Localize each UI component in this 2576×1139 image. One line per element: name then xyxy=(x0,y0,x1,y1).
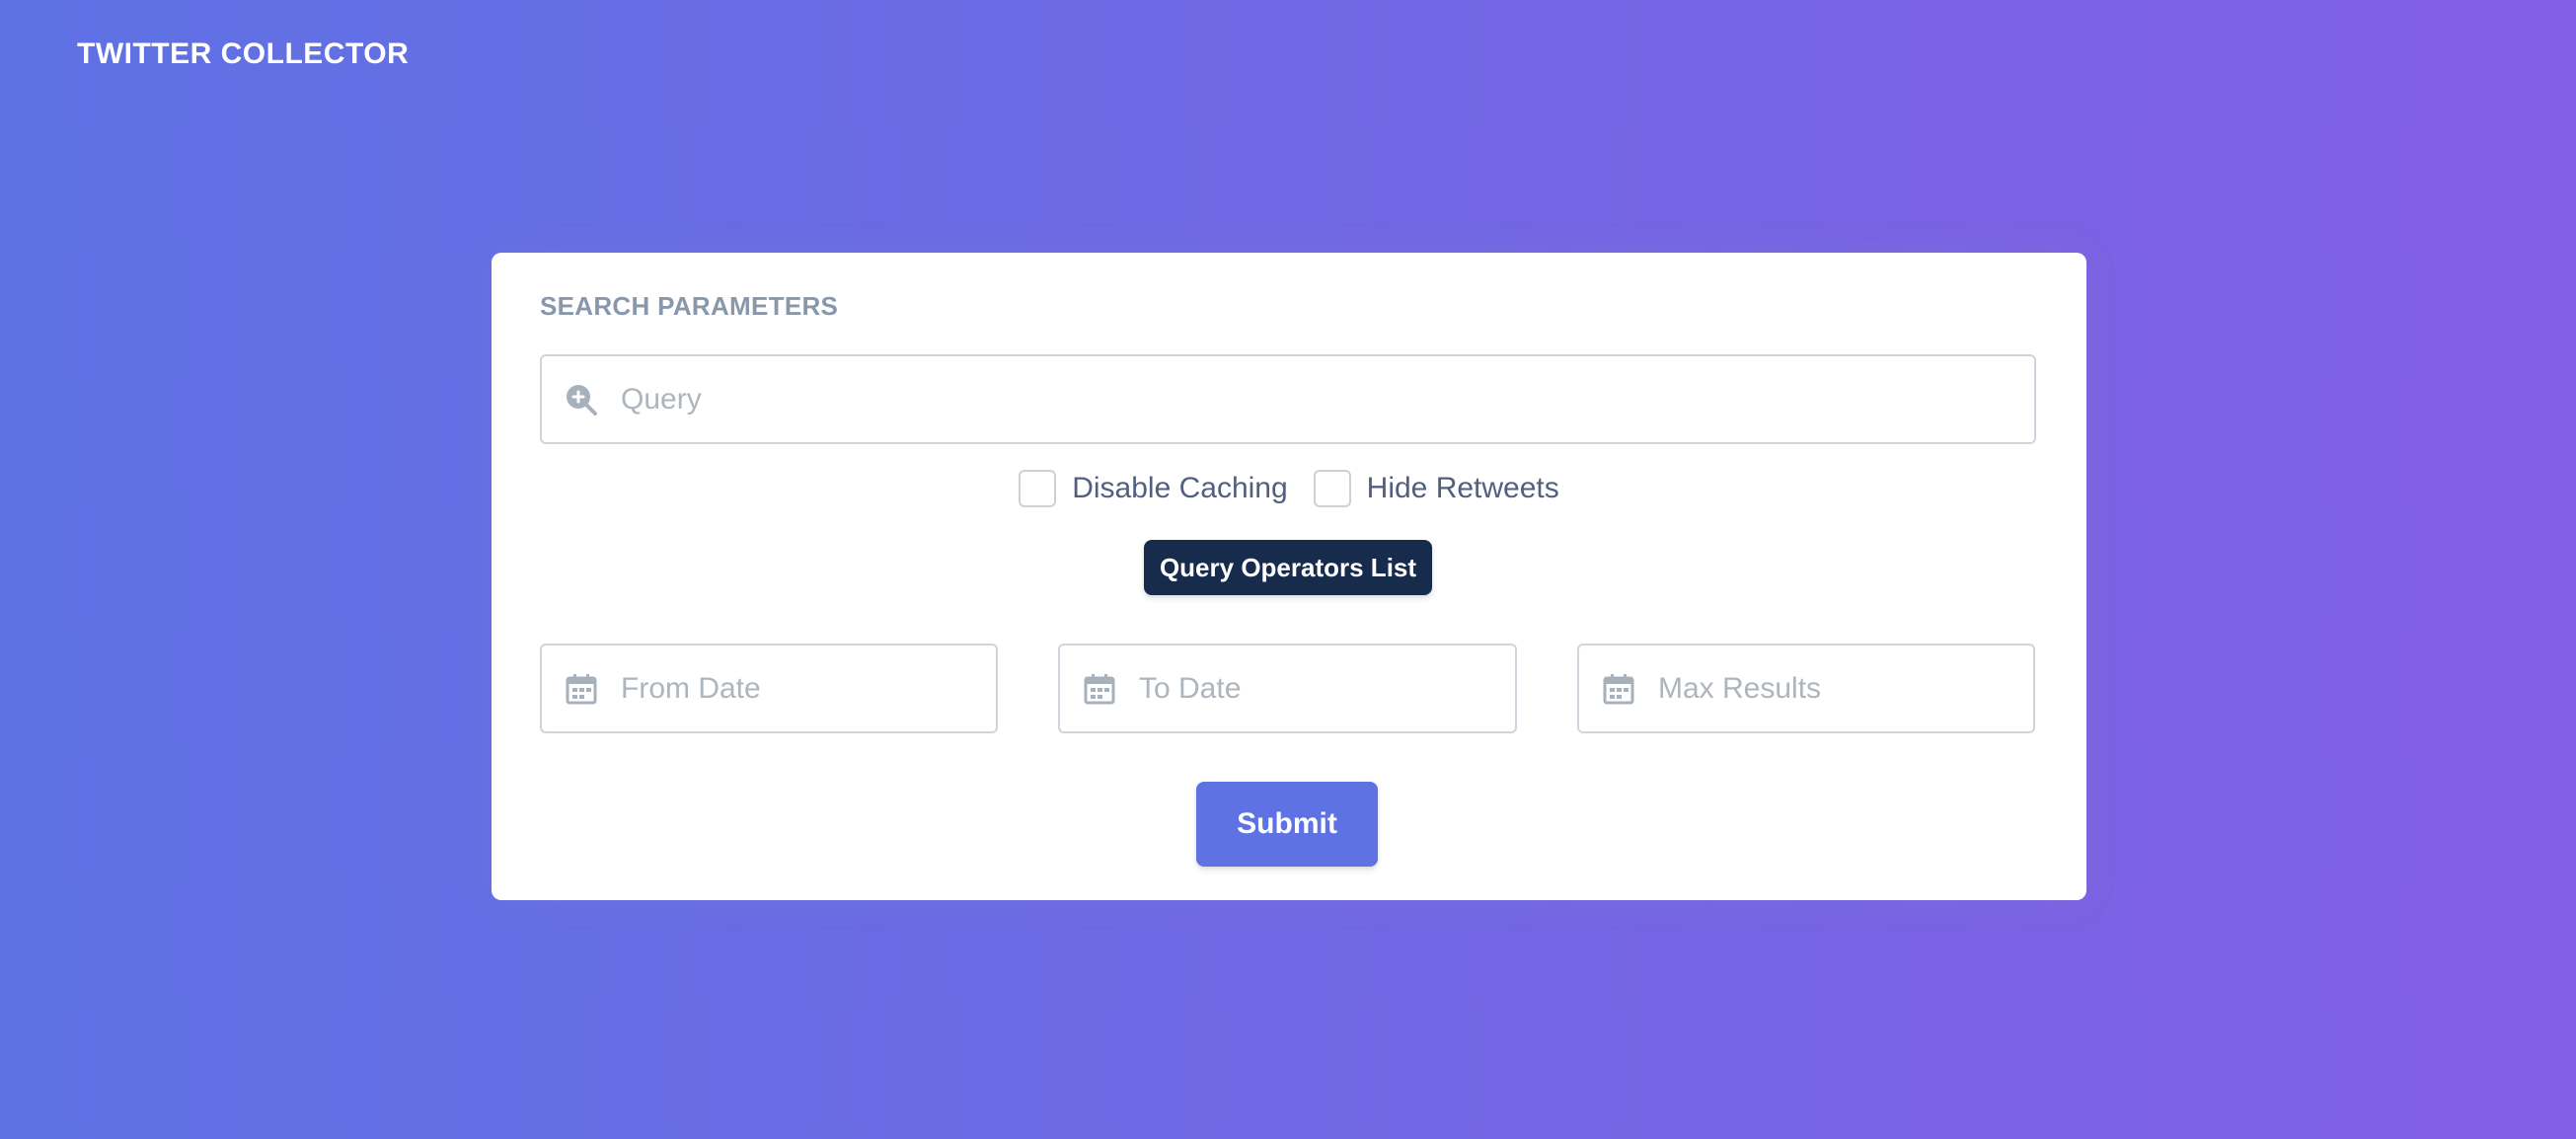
search-card: SEARCH PARAMETERS Disable Caching Hide R… xyxy=(492,253,2086,900)
max-results-field[interactable] xyxy=(1577,644,2035,733)
disable-caching-label: Disable Caching xyxy=(1072,472,1288,504)
calendar-icon xyxy=(1082,671,1117,707)
query-operators-button[interactable]: Query Operators List xyxy=(1144,540,1432,595)
section-title: SEARCH PARAMETERS xyxy=(540,291,839,321)
hide-retweets-label: Hide Retweets xyxy=(1366,472,1559,504)
max-results-input[interactable] xyxy=(1658,645,2033,731)
to-date-field[interactable] xyxy=(1058,644,1517,733)
to-date-input[interactable] xyxy=(1139,645,1515,731)
checkbox-box[interactable] xyxy=(1313,470,1351,507)
disable-caching-checkbox[interactable]: Disable Caching xyxy=(1019,470,1288,507)
checkbox-box[interactable] xyxy=(1019,470,1057,507)
from-date-input[interactable] xyxy=(621,645,996,731)
query-input[interactable] xyxy=(621,356,2034,442)
zoom-in-icon xyxy=(564,382,599,418)
calendar-icon xyxy=(1601,671,1636,707)
options-row: Disable Caching Hide Retweets xyxy=(492,470,2086,507)
from-date-field[interactable] xyxy=(540,644,998,733)
calendar-icon xyxy=(564,671,599,707)
submit-button[interactable]: Submit xyxy=(1196,782,1378,867)
brand-link[interactable]: TWITTER COLLECTOR xyxy=(77,36,409,73)
query-field[interactable] xyxy=(540,354,2036,444)
hide-retweets-checkbox[interactable]: Hide Retweets xyxy=(1313,470,1559,507)
